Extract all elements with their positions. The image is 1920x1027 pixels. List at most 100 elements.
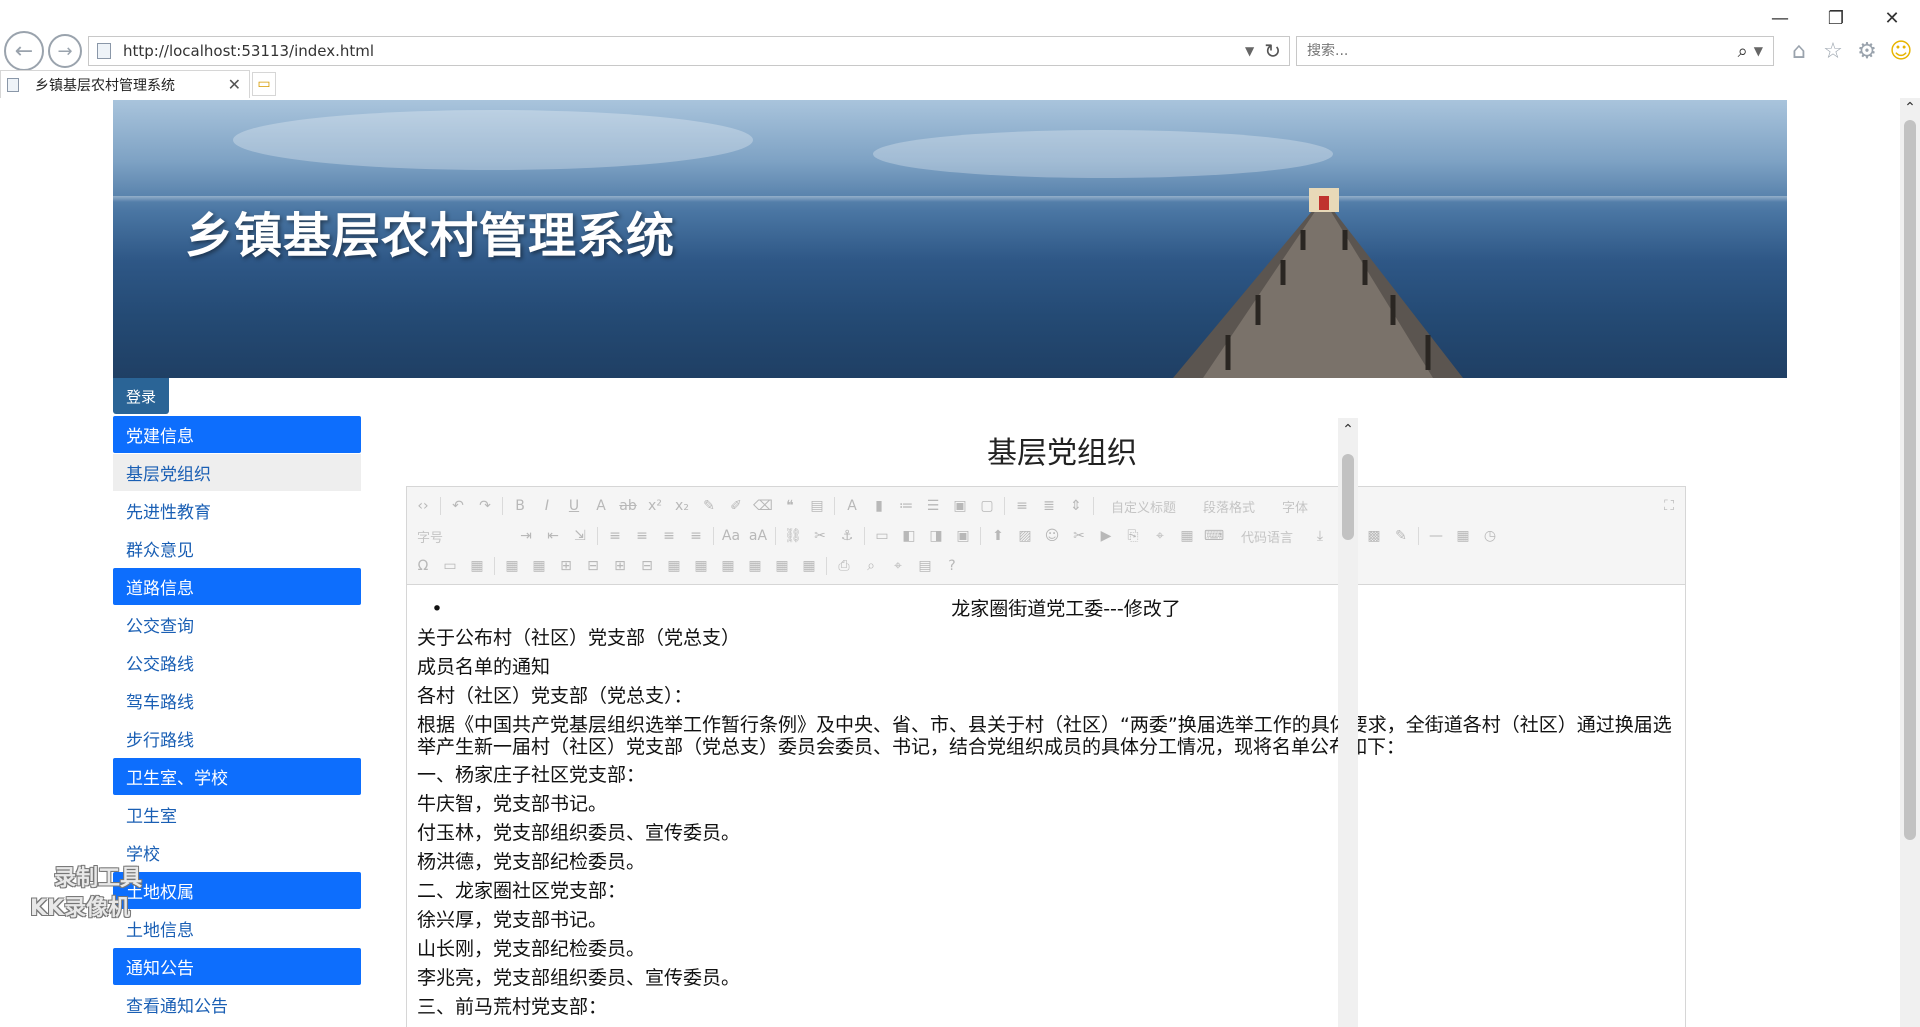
subscript-icon[interactable]: x₂ xyxy=(672,496,692,516)
page-scroll-up-icon[interactable]: ⌃ xyxy=(1900,100,1920,116)
paragraph-format-select[interactable]: 段落格式 xyxy=(1193,497,1265,516)
map-icon[interactable]: ⌖ xyxy=(1150,526,1170,546)
insert-video-icon[interactable]: ▶ xyxy=(1096,526,1116,546)
redo-icon[interactable]: ↷ xyxy=(475,496,495,516)
row-spacing-bottom-icon[interactable]: ≣ xyxy=(1039,496,1059,516)
content-scroll-thumb[interactable] xyxy=(1342,454,1354,540)
sidebar-item-public-opinion[interactable]: 群众意见 xyxy=(113,530,361,567)
insert-row-icon[interactable]: ⊞ xyxy=(556,556,576,576)
image-float-right-icon[interactable]: ◨ xyxy=(926,526,946,546)
close-tab-icon[interactable]: ✕ xyxy=(228,75,241,94)
to-lowercase-icon[interactable]: aA xyxy=(748,526,768,546)
refresh-icon[interactable]: ↻ xyxy=(1264,39,1281,63)
search-dropdown-icon[interactable]: ▼ xyxy=(1754,44,1763,58)
html-source-icon[interactable]: ‹› xyxy=(413,496,433,516)
address-bar[interactable]: http://localhost:53113/index.html ▼ ↻ xyxy=(88,36,1290,66)
bold-icon[interactable]: B xyxy=(510,496,530,516)
insert-frame-icon[interactable]: ▦ xyxy=(1177,526,1197,546)
screenshot-icon[interactable]: ✂ xyxy=(1069,526,1089,546)
rich-text-editor[interactable]: ‹› ↶ ↷ B I U A ab x² x₂ ✎ ✐ ⌫ ❝ ▤ A ▮ ≔ … xyxy=(406,486,1686,1027)
close-window-icon[interactable]: ✕ xyxy=(1864,0,1920,36)
underline-icon[interactable]: U xyxy=(564,496,584,516)
address-url[interactable]: http://localhost:53113/index.html xyxy=(123,42,1245,60)
row-spacing-top-icon[interactable]: ≡ xyxy=(1012,496,1032,516)
background-icon[interactable]: ▩ xyxy=(1364,526,1384,546)
sidebar-item-bus-query[interactable]: 公交查询 xyxy=(113,606,361,643)
insert-col-icon[interactable]: ⊞ xyxy=(610,556,630,576)
sidebar-item-view-notices[interactable]: 查看通知公告 xyxy=(113,986,361,1023)
search-icon[interactable]: ⌕ xyxy=(1738,41,1748,62)
merge-right-icon[interactable]: ▦ xyxy=(691,556,711,576)
print-icon[interactable]: ⎙ xyxy=(834,556,854,576)
login-button[interactable]: 登录 xyxy=(113,378,169,414)
split-cols-icon[interactable]: ▦ xyxy=(799,556,819,576)
merge-cells-icon[interactable]: ▦ xyxy=(664,556,684,576)
align-center-icon[interactable]: ≡ xyxy=(632,526,652,546)
sidebar-item-school[interactable]: 学校 xyxy=(113,834,361,871)
favorites-star-icon[interactable]: ☆ xyxy=(1820,38,1846,64)
font-family-select[interactable]: 字体 xyxy=(1272,497,1318,516)
link-icon[interactable]: ⛓ xyxy=(783,526,803,546)
gear-icon[interactable]: ⚙ xyxy=(1854,38,1880,64)
page-scroll-thumb[interactable] xyxy=(1904,120,1916,840)
feedback-smiley-icon[interactable]: ☺ xyxy=(1888,38,1914,64)
content-scrollbar[interactable]: ⌃ xyxy=(1338,418,1358,1027)
italic-icon[interactable]: I xyxy=(537,496,557,516)
address-dropdown-icon[interactable]: ▼ xyxy=(1245,44,1254,58)
sidebar-item-driving-route[interactable]: 驾车路线 xyxy=(113,682,361,719)
paragraph-before-table-icon[interactable]: ▦ xyxy=(529,556,549,576)
drafts-icon[interactable]: ▤ xyxy=(915,556,935,576)
insert-date-icon[interactable]: ▦ xyxy=(1453,526,1473,546)
unlink-icon[interactable]: ✂ xyxy=(810,526,830,546)
sidebar-item-grassroots-party[interactable]: 基层党组织 xyxy=(113,454,361,491)
sidebar-header-notice[interactable]: 通知公告 xyxy=(113,948,361,985)
home-icon[interactable]: ⌂ xyxy=(1786,38,1812,64)
page-break-icon[interactable]: ⤓ xyxy=(1310,526,1330,546)
special-char-icon[interactable]: Ω xyxy=(413,556,433,576)
font-border-icon[interactable]: A xyxy=(591,496,611,516)
fullscreen-icon[interactable]: ⛶ xyxy=(1659,496,1679,516)
sidebar-item-clinic[interactable]: 卫生室 xyxy=(113,796,361,833)
sidebar-header-land[interactable]: 土地权属 xyxy=(113,872,361,909)
browser-search-input[interactable] xyxy=(1307,43,1738,59)
merge-down-icon[interactable]: ▦ xyxy=(718,556,738,576)
delete-table-icon[interactable]: ▦ xyxy=(502,556,522,576)
minimize-icon[interactable]: — xyxy=(1752,0,1808,36)
highlight-icon[interactable]: ▮ xyxy=(869,496,889,516)
image-center-icon[interactable]: ▣ xyxy=(953,526,973,546)
sidebar-item-bus-route[interactable]: 公交路线 xyxy=(113,644,361,681)
editor-body[interactable]: • 龙家圈街道党工委---修改了 关于公布村（社区）党支部（党总支） 成员名单的… xyxy=(407,585,1685,1027)
ltr-icon[interactable]: ⇥ xyxy=(516,526,536,546)
attachment-icon[interactable]: ⎘ xyxy=(1123,526,1143,546)
delete-col-icon[interactable]: ⊟ xyxy=(637,556,657,576)
insert-image-icon[interactable]: ▨ xyxy=(1015,526,1035,546)
blockquote-icon[interactable]: ❝ xyxy=(780,496,800,516)
sidebar-item-land-info[interactable]: 土地信息 xyxy=(113,910,361,947)
wordimage-icon[interactable]: ▭ xyxy=(440,556,460,576)
align-left-icon[interactable]: ≡ xyxy=(605,526,625,546)
align-justify-icon[interactable]: ≡ xyxy=(686,526,706,546)
horizontal-rule-icon[interactable]: — xyxy=(1426,526,1446,546)
restore-icon[interactable]: ❐ xyxy=(1808,0,1864,36)
sidebar-header-roads[interactable]: 道路信息 xyxy=(113,568,361,605)
strikethrough-icon[interactable]: ab xyxy=(618,496,638,516)
browser-search-box[interactable]: ⌕ ▼ xyxy=(1296,36,1774,66)
indent-icon[interactable]: ⇲ xyxy=(570,526,590,546)
clear-doc-icon[interactable]: ▢ xyxy=(977,496,997,516)
image-float-none-icon[interactable]: ▭ xyxy=(872,526,892,546)
font-size-select[interactable]: 字号 xyxy=(413,527,509,546)
to-uppercase-icon[interactable]: Aa xyxy=(721,526,741,546)
select-all-icon[interactable]: ▣ xyxy=(950,496,970,516)
emotion-icon[interactable]: ☺ xyxy=(1042,526,1062,546)
superscript-icon[interactable]: x² xyxy=(645,496,665,516)
font-color-icon[interactable]: A xyxy=(842,496,862,516)
insert-table-icon[interactable]: ▦ xyxy=(467,556,487,576)
undo-icon[interactable]: ↶ xyxy=(448,496,468,516)
delete-row-icon[interactable]: ⊟ xyxy=(583,556,603,576)
preview-icon[interactable]: ⌕ xyxy=(861,556,881,576)
insert-code-icon[interactable]: ⌨ xyxy=(1204,526,1224,546)
page-scrollbar[interactable]: ⌃ xyxy=(1900,98,1920,1027)
custom-title-select[interactable]: 自定义标题 xyxy=(1101,497,1186,516)
split-rows-icon[interactable]: ▦ xyxy=(772,556,792,576)
scroll-up-icon[interactable]: ⌃ xyxy=(1338,422,1358,438)
